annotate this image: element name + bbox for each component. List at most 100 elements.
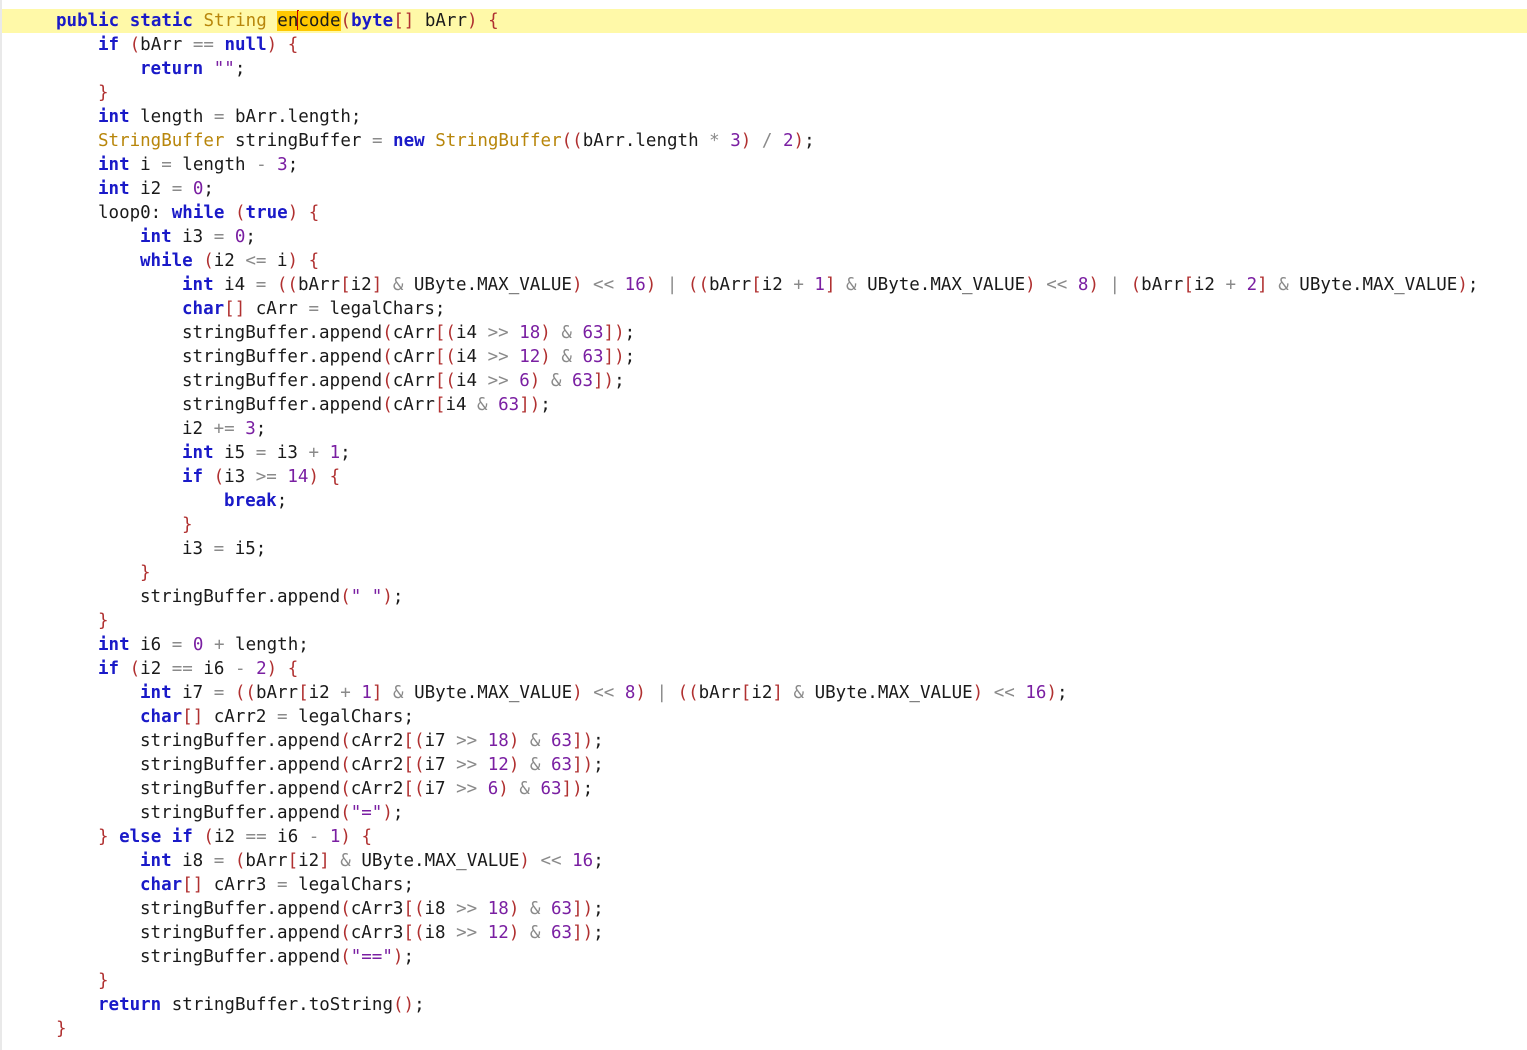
code-line[interactable]: int i2 = 0; bbox=[2, 177, 1527, 201]
code-line[interactable]: int i8 = (bArr[i2] & UByte.MAX_VALUE) <<… bbox=[2, 849, 1527, 873]
code-token: ]) bbox=[519, 395, 541, 415]
code-token: - bbox=[235, 659, 246, 679]
code-token: << bbox=[993, 683, 1015, 703]
code-line[interactable]: stringBuffer.append(cArr[(i4 >> 12) & 63… bbox=[2, 345, 1527, 369]
code-line[interactable]: int i = length - 3; bbox=[2, 153, 1527, 177]
code-line[interactable]: int i5 = i3 + 1; bbox=[2, 441, 1527, 465]
code-line[interactable]: i2 += 3; bbox=[2, 417, 1527, 441]
code-line[interactable]: } bbox=[2, 81, 1527, 105]
code-token: 12 bbox=[487, 923, 509, 943]
code-line[interactable]: } bbox=[2, 609, 1527, 633]
code-token: 0 bbox=[192, 179, 204, 199]
code-line[interactable]: stringBuffer.append(" "); bbox=[2, 585, 1527, 609]
code-line[interactable]: public static String encode(byte[] bArr)… bbox=[2, 9, 1527, 33]
code-line[interactable]: } else if (i2 == i6 - 1) { bbox=[2, 825, 1527, 849]
code-token: i2 bbox=[298, 851, 320, 871]
code-line[interactable]: int i7 = ((bArr[i2 + 1] & UByte.MAX_VALU… bbox=[2, 681, 1527, 705]
code-token: ) bbox=[793, 131, 805, 151]
code-line[interactable]: if (i2 == i6 - 2) { bbox=[2, 657, 1527, 681]
code-token: bArr bbox=[140, 35, 193, 55]
code-token: UByte.MAX_VALUE bbox=[856, 275, 1026, 295]
code-line[interactable]: char[] cArr2 = legalChars; bbox=[2, 705, 1527, 729]
code-line[interactable]: } bbox=[2, 561, 1527, 585]
code-line[interactable]: stringBuffer.append(cArr2[(i7 >> 18) & 6… bbox=[2, 729, 1527, 753]
code-token: cArr3 bbox=[350, 899, 404, 919]
code-line[interactable]: stringBuffer.append(cArr[(i4 >> 6) & 63]… bbox=[2, 369, 1527, 393]
code-line[interactable]: char[] cArr3 = legalChars; bbox=[2, 873, 1527, 897]
code-line[interactable]: stringBuffer.append(cArr2[(i7 >> 6) & 63… bbox=[2, 777, 1527, 801]
code-token: & bbox=[529, 899, 541, 919]
code-line[interactable]: stringBuffer.append(cArr3[(i8 >> 18) & 6… bbox=[2, 897, 1527, 921]
code-line[interactable]: break; bbox=[2, 489, 1527, 513]
code-line[interactable]: StringBuffer stringBuffer = new StringBu… bbox=[2, 129, 1527, 153]
code-token: ( bbox=[382, 371, 393, 391]
code-line[interactable]: return ""; bbox=[2, 57, 1527, 81]
code-token: i3 bbox=[266, 443, 309, 463]
code-line[interactable]: while (i2 <= i) { bbox=[2, 249, 1527, 273]
code-token: ( bbox=[340, 731, 351, 751]
code-token: ( bbox=[234, 851, 246, 871]
code-token: i2 bbox=[761, 275, 794, 295]
code-token: 18 bbox=[487, 731, 509, 751]
code-line[interactable]: } bbox=[2, 969, 1527, 993]
code-line[interactable]: int length = bArr.length; bbox=[2, 105, 1527, 129]
code-token: ]) bbox=[561, 779, 583, 799]
code-token: ; bbox=[593, 731, 604, 751]
code-token: while bbox=[171, 203, 235, 223]
code-token: & bbox=[477, 395, 488, 415]
code-line[interactable]: stringBuffer.append(cArr2[(i7 >> 12) & 6… bbox=[2, 753, 1527, 777]
code-token: = bbox=[277, 875, 288, 895]
code-token: ) bbox=[519, 851, 530, 871]
code-area[interactable]: public static String encode(byte[] bArr)… bbox=[2, 9, 1527, 1041]
code-token: i2 bbox=[213, 251, 246, 271]
code-line[interactable]: int i4 = ((bArr[i2] & UByte.MAX_VALUE) <… bbox=[2, 273, 1527, 297]
code-token: 1 bbox=[361, 683, 372, 703]
code-line[interactable]: return stringBuffer.toString(); bbox=[2, 993, 1527, 1017]
code-token: 63 bbox=[582, 347, 604, 367]
code-line[interactable]: stringBuffer.append(cArr3[(i8 >> 12) & 6… bbox=[2, 921, 1527, 945]
code-token: i7 bbox=[424, 779, 457, 799]
code-line[interactable]: int i6 = 0 + length; bbox=[2, 633, 1527, 657]
code-line[interactable]: loop0: while (true) { bbox=[2, 201, 1527, 225]
code-token: ( bbox=[340, 755, 351, 775]
code-line[interactable]: } bbox=[2, 513, 1527, 537]
code-token: ( bbox=[382, 395, 393, 415]
code-line[interactable]: i3 = i5; bbox=[2, 537, 1527, 561]
code-token: [( bbox=[403, 731, 425, 751]
code-editor[interactable]: public static String encode(byte[] bArr)… bbox=[0, 0, 1527, 1050]
code-token: ; bbox=[234, 59, 246, 79]
code-line[interactable]: stringBuffer.append(cArr[(i4 >> 18) & 63… bbox=[2, 321, 1527, 345]
code-line[interactable]: stringBuffer.append("="); bbox=[2, 801, 1527, 825]
code-token: 63 bbox=[551, 731, 573, 751]
code-token: bArr bbox=[414, 11, 467, 31]
code-line[interactable]: stringBuffer.append(cArr[i4 & 63]); bbox=[2, 393, 1527, 417]
code-token: { bbox=[308, 251, 320, 271]
code-line[interactable]: stringBuffer.append("=="); bbox=[2, 945, 1527, 969]
code-line[interactable]: int i3 = 0; bbox=[2, 225, 1527, 249]
code-token: stringBuffer.append bbox=[182, 371, 383, 391]
code-token: ) bbox=[571, 275, 583, 295]
code-token: UByte.MAX_VALUE bbox=[403, 275, 572, 295]
code-line[interactable]: if (bArr == null) { bbox=[2, 33, 1527, 57]
code-token: i4 bbox=[455, 347, 488, 367]
code-token: ; bbox=[593, 923, 604, 943]
code-token: while bbox=[140, 251, 204, 271]
code-line[interactable]: if (i3 >= 14) { bbox=[2, 465, 1527, 489]
code-token: StringBuffer bbox=[435, 131, 562, 151]
code-token: 8 bbox=[1077, 275, 1089, 295]
code-token: stringBuffer.append bbox=[182, 323, 383, 343]
code-token: ( bbox=[129, 35, 141, 55]
code-line[interactable]: char[] cArr = legalChars; bbox=[2, 297, 1527, 321]
code-line[interactable]: } bbox=[2, 1017, 1527, 1041]
